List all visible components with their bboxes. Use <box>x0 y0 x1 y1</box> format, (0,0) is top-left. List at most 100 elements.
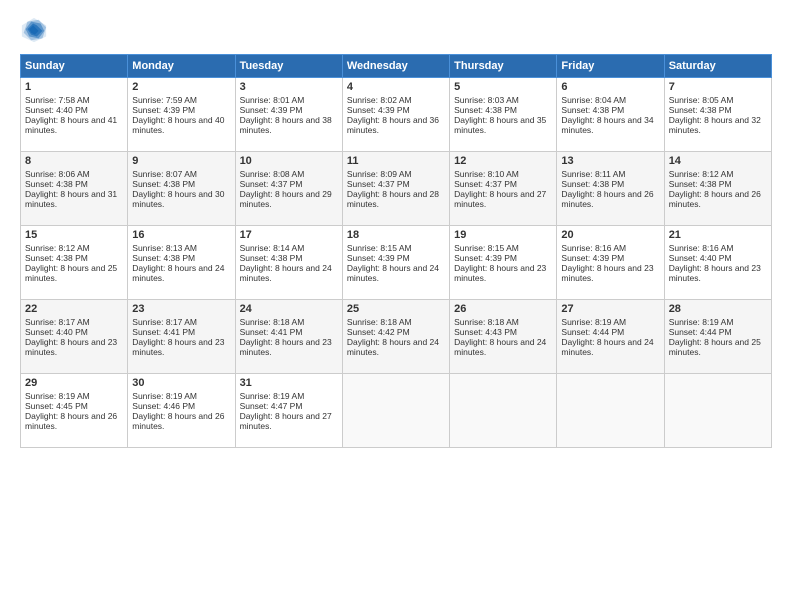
sunrise-text: Sunrise: 8:19 AM <box>132 391 230 401</box>
calendar-cell: 1Sunrise: 7:58 AMSunset: 4:40 PMDaylight… <box>21 78 128 152</box>
day-number: 15 <box>25 229 123 241</box>
daylight-text: Daylight: 8 hours and 26 minutes. <box>25 411 123 431</box>
sunrise-text: Sunrise: 8:16 AM <box>669 243 767 253</box>
calendar-cell: 11Sunrise: 8:09 AMSunset: 4:37 PMDayligh… <box>342 152 449 226</box>
calendar-cell: 3Sunrise: 8:01 AMSunset: 4:39 PMDaylight… <box>235 78 342 152</box>
calendar-cell: 17Sunrise: 8:14 AMSunset: 4:38 PMDayligh… <box>235 226 342 300</box>
daylight-text: Daylight: 8 hours and 23 minutes. <box>25 337 123 357</box>
sunrise-text: Sunrise: 8:02 AM <box>347 95 445 105</box>
sunset-text: Sunset: 4:44 PM <box>669 327 767 337</box>
daylight-text: Daylight: 8 hours and 26 minutes. <box>669 189 767 209</box>
day-number: 20 <box>561 229 659 241</box>
col-header-monday: Monday <box>128 55 235 78</box>
sunset-text: Sunset: 4:37 PM <box>347 179 445 189</box>
logo-icon <box>20 16 48 44</box>
day-number: 21 <box>669 229 767 241</box>
day-number: 11 <box>347 155 445 167</box>
daylight-text: Daylight: 8 hours and 30 minutes. <box>132 189 230 209</box>
sunset-text: Sunset: 4:38 PM <box>132 179 230 189</box>
sunset-text: Sunset: 4:39 PM <box>132 105 230 115</box>
calendar-cell: 13Sunrise: 8:11 AMSunset: 4:38 PMDayligh… <box>557 152 664 226</box>
sunset-text: Sunset: 4:43 PM <box>454 327 552 337</box>
day-number: 19 <box>454 229 552 241</box>
sunset-text: Sunset: 4:38 PM <box>669 105 767 115</box>
day-number: 9 <box>132 155 230 167</box>
calendar-cell: 10Sunrise: 8:08 AMSunset: 4:37 PMDayligh… <box>235 152 342 226</box>
sunset-text: Sunset: 4:39 PM <box>240 105 338 115</box>
daylight-text: Daylight: 8 hours and 27 minutes. <box>454 189 552 209</box>
calendar-cell: 16Sunrise: 8:13 AMSunset: 4:38 PMDayligh… <box>128 226 235 300</box>
day-number: 27 <box>561 303 659 315</box>
day-number: 4 <box>347 81 445 93</box>
week-row-5: 29Sunrise: 8:19 AMSunset: 4:45 PMDayligh… <box>21 374 772 448</box>
day-number: 24 <box>240 303 338 315</box>
calendar-cell: 27Sunrise: 8:19 AMSunset: 4:44 PMDayligh… <box>557 300 664 374</box>
daylight-text: Daylight: 8 hours and 23 minutes. <box>669 263 767 283</box>
sunset-text: Sunset: 4:38 PM <box>25 179 123 189</box>
day-number: 8 <box>25 155 123 167</box>
sunrise-text: Sunrise: 8:18 AM <box>240 317 338 327</box>
daylight-text: Daylight: 8 hours and 34 minutes. <box>561 115 659 135</box>
calendar-cell: 4Sunrise: 8:02 AMSunset: 4:39 PMDaylight… <box>342 78 449 152</box>
sunrise-text: Sunrise: 8:11 AM <box>561 169 659 179</box>
sunrise-text: Sunrise: 8:17 AM <box>132 317 230 327</box>
calendar-cell: 29Sunrise: 8:19 AMSunset: 4:45 PMDayligh… <box>21 374 128 448</box>
calendar-cell: 22Sunrise: 8:17 AMSunset: 4:40 PMDayligh… <box>21 300 128 374</box>
daylight-text: Daylight: 8 hours and 25 minutes. <box>669 337 767 357</box>
daylight-text: Daylight: 8 hours and 35 minutes. <box>454 115 552 135</box>
calendar-cell: 21 Sunrise: 8:16 AMSunset: 4:40 PMDayligh… <box>664 226 771 300</box>
sunset-text: Sunset: 4:40 PM <box>669 253 767 263</box>
sunrise-text: Sunrise: 8:03 AM <box>454 95 552 105</box>
col-header-friday: Friday <box>557 55 664 78</box>
calendar-cell: 9Sunrise: 8:07 AMSunset: 4:38 PMDaylight… <box>128 152 235 226</box>
sunset-text: Sunset: 4:37 PM <box>454 179 552 189</box>
daylight-text: Daylight: 8 hours and 23 minutes. <box>454 263 552 283</box>
day-number: 25 <box>347 303 445 315</box>
sunset-text: Sunset: 4:46 PM <box>132 401 230 411</box>
daylight-text: Daylight: 8 hours and 24 minutes. <box>347 263 445 283</box>
day-number: 13 <box>561 155 659 167</box>
calendar-cell: 19Sunrise: 8:15 AMSunset: 4:39 PMDayligh… <box>450 226 557 300</box>
daylight-text: Daylight: 8 hours and 26 minutes. <box>561 189 659 209</box>
day-number: 16 <box>132 229 230 241</box>
daylight-text: Daylight: 8 hours and 23 minutes. <box>561 263 659 283</box>
calendar-table: SundayMondayTuesdayWednesdayThursdayFrid… <box>20 54 772 448</box>
logo <box>20 16 52 44</box>
day-number: 26 <box>454 303 552 315</box>
sunrise-text: Sunrise: 8:19 AM <box>669 317 767 327</box>
calendar-cell: 31Sunrise: 8:19 AMSunset: 4:47 PMDayligh… <box>235 374 342 448</box>
calendar-cell: 25Sunrise: 8:18 AMSunset: 4:42 PMDayligh… <box>342 300 449 374</box>
sunset-text: Sunset: 4:38 PM <box>132 253 230 263</box>
sunrise-text: Sunrise: 8:12 AM <box>669 169 767 179</box>
calendar-cell: 8 Sunrise: 8:06 AMSunset: 4:38 PMDaylight… <box>21 152 128 226</box>
sunrise-text: Sunrise: 8:15 AM <box>454 243 552 253</box>
daylight-text: Daylight: 8 hours and 38 minutes. <box>240 115 338 135</box>
day-number: 10 <box>240 155 338 167</box>
daylight-text: Daylight: 8 hours and 31 minutes. <box>25 189 123 209</box>
week-row-2: 8Sunrise: 8:06 AMSunset: 4:38 PMDaylight… <box>21 152 772 226</box>
daylight-text: Daylight: 8 hours and 23 minutes. <box>132 337 230 357</box>
day-number: 3 <box>240 81 338 93</box>
sunset-text: Sunset: 4:40 PM <box>25 105 123 115</box>
sunrise-text: Sunrise: 8:15 AM <box>347 243 445 253</box>
sunset-text: Sunset: 4:37 PM <box>240 179 338 189</box>
sunset-text: Sunset: 4:38 PM <box>25 253 123 263</box>
sunrise-text: Sunrise: 8:04 AM <box>561 95 659 105</box>
sunrise-text: Sunrise: 8:14 AM <box>240 243 338 253</box>
calendar-cell: 18Sunrise: 8:15 AMSunset: 4:39 PMDayligh… <box>342 226 449 300</box>
daylight-text: Daylight: 8 hours and 23 minutes. <box>240 337 338 357</box>
sunrise-text: Sunrise: 8:06 AM <box>25 169 123 179</box>
daylight-text: Daylight: 8 hours and 27 minutes. <box>240 411 338 431</box>
sunrise-text: Sunrise: 7:58 AM <box>25 95 123 105</box>
day-number: 31 <box>240 377 338 389</box>
calendar-cell: 7Sunrise: 8:05 AMSunset: 4:38 PMDaylight… <box>664 78 771 152</box>
sunrise-text: Sunrise: 8:09 AM <box>347 169 445 179</box>
sunrise-text: Sunrise: 8:10 AM <box>454 169 552 179</box>
sunset-text: Sunset: 4:38 PM <box>454 105 552 115</box>
daylight-text: Daylight: 8 hours and 41 minutes. <box>25 115 123 135</box>
sunset-text: Sunset: 4:47 PM <box>240 401 338 411</box>
day-number: 29 <box>25 377 123 389</box>
sunrise-text: Sunrise: 8:17 AM <box>25 317 123 327</box>
sunset-text: Sunset: 4:44 PM <box>561 327 659 337</box>
daylight-text: Daylight: 8 hours and 24 minutes. <box>240 263 338 283</box>
